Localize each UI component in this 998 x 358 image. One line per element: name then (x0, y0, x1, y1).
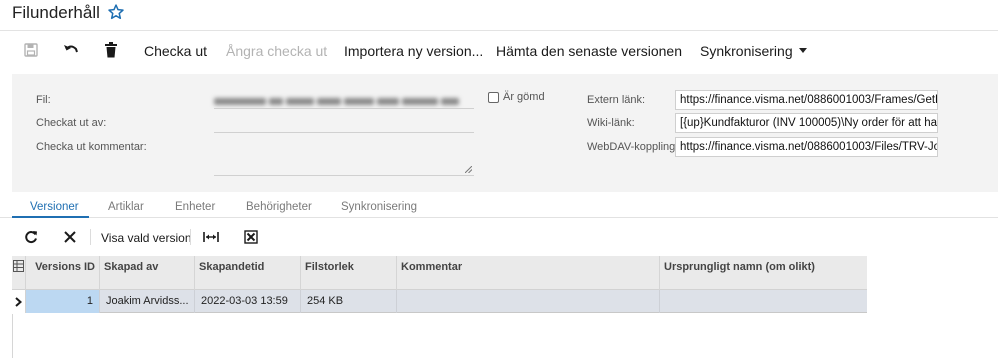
hidden-label: Är gömd (503, 91, 545, 103)
star-icon[interactable] (107, 3, 125, 21)
row-selector[interactable] (12, 290, 26, 313)
external-link-field[interactable]: https://finance.visma.net/0886001003/Fra… (675, 90, 938, 110)
tab-permissions[interactable]: Behörigheter (246, 201, 312, 213)
chevron-right-icon (15, 296, 22, 307)
column-header-comment[interactable]: Kommentar (397, 256, 660, 290)
checkout-comment-field[interactable] (214, 175, 474, 176)
file-label: Fil: (36, 94, 51, 106)
column-header-created-at[interactable]: Skapandetid (195, 256, 301, 290)
column-header-created-by[interactable]: Skapad av (100, 256, 195, 290)
undo-checkout-button[interactable]: Ångra checka ut (226, 43, 327, 59)
webdav-field[interactable]: https://finance.visma.net/0886001003/Fil… (675, 137, 938, 157)
grid-toolbar: Visa vald version (12, 222, 998, 254)
refresh-icon[interactable] (22, 228, 40, 246)
import-new-version-button[interactable]: Importera ny version... (344, 43, 483, 59)
tab-versions[interactable]: Versioner (30, 201, 79, 213)
cell-comment[interactable] (397, 290, 660, 313)
trash-icon[interactable] (102, 41, 120, 59)
grid-left-border (12, 314, 13, 358)
column-header-original-name[interactable]: Ursprungligt namn (om olikt) (660, 256, 867, 290)
chevron-down-icon (798, 47, 807, 53)
title-bar: Filunderhåll (0, 0, 998, 28)
column-settings-icon[interactable] (12, 256, 26, 290)
fetch-latest-version-button[interactable]: Hämta den senaste versionen (496, 43, 682, 59)
resize-handle-icon[interactable] (465, 166, 472, 173)
versions-grid: Versions ID Skapad av Skapandetid Filsto… (12, 256, 867, 314)
main-toolbar: Checka ut Ångra checka ut Importera ny v… (0, 30, 998, 70)
save-icon[interactable] (22, 41, 40, 59)
view-selected-version-button[interactable]: Visa vald version (101, 231, 192, 245)
cell-created-at[interactable]: 2022-03-03 13:59 (195, 290, 301, 313)
toolbar-divider (190, 229, 191, 245)
toolbar-divider (90, 229, 91, 245)
sync-dropdown[interactable]: Synkronisering (700, 43, 807, 59)
wiki-link-label: Wiki-länk: (587, 117, 635, 129)
cell-file-size[interactable]: 254 KB (301, 290, 397, 313)
tab-synchronization[interactable]: Synkronisering (341, 201, 417, 213)
file-name-value-redacted (214, 94, 474, 106)
external-link-label: Extern länk: (587, 94, 646, 106)
active-tab-indicator (12, 216, 89, 218)
table-row[interactable]: 1 Joakim Arvidss... 2022-03-03 13:59 254… (26, 290, 867, 313)
checked-out-by-label: Checkat ut av: (36, 117, 107, 129)
checkout-comment-label: Checka ut kommentar: (36, 141, 147, 153)
export-excel-icon[interactable] (242, 228, 260, 246)
wiki-link-field[interactable]: [{up}Kundfakturor (INV 100005)\Ny order … (675, 113, 938, 133)
checkout-button[interactable]: Checka ut (144, 43, 207, 59)
webdav-label: WebDAV-koppling: (587, 141, 679, 153)
column-header-file-size[interactable]: Filstorlek (301, 256, 397, 290)
tab-bar: Versioner Artiklar Enheter Behörigheter … (0, 196, 998, 218)
cell-created-by[interactable]: Joakim Arvidss... (100, 290, 195, 313)
file-field-underline (214, 108, 474, 109)
fit-columns-icon[interactable] (202, 228, 220, 246)
cell-version-id[interactable]: 1 (26, 290, 100, 313)
hidden-checkbox[interactable] (488, 92, 499, 103)
tab-units[interactable]: Enheter (175, 201, 215, 213)
close-icon[interactable] (61, 228, 79, 246)
tab-items[interactable]: Artiklar (108, 201, 144, 213)
page-title: Filunderhåll (12, 3, 100, 22)
column-header-version-id[interactable]: Versions ID (26, 256, 100, 290)
checked-out-by-field[interactable] (214, 132, 474, 133)
grid-header: Versions ID Skapad av Skapandetid Filsto… (12, 256, 867, 290)
sync-dropdown-label: Synkronisering (700, 43, 793, 59)
cell-original-name[interactable] (660, 290, 867, 313)
undo-icon[interactable] (62, 41, 80, 59)
